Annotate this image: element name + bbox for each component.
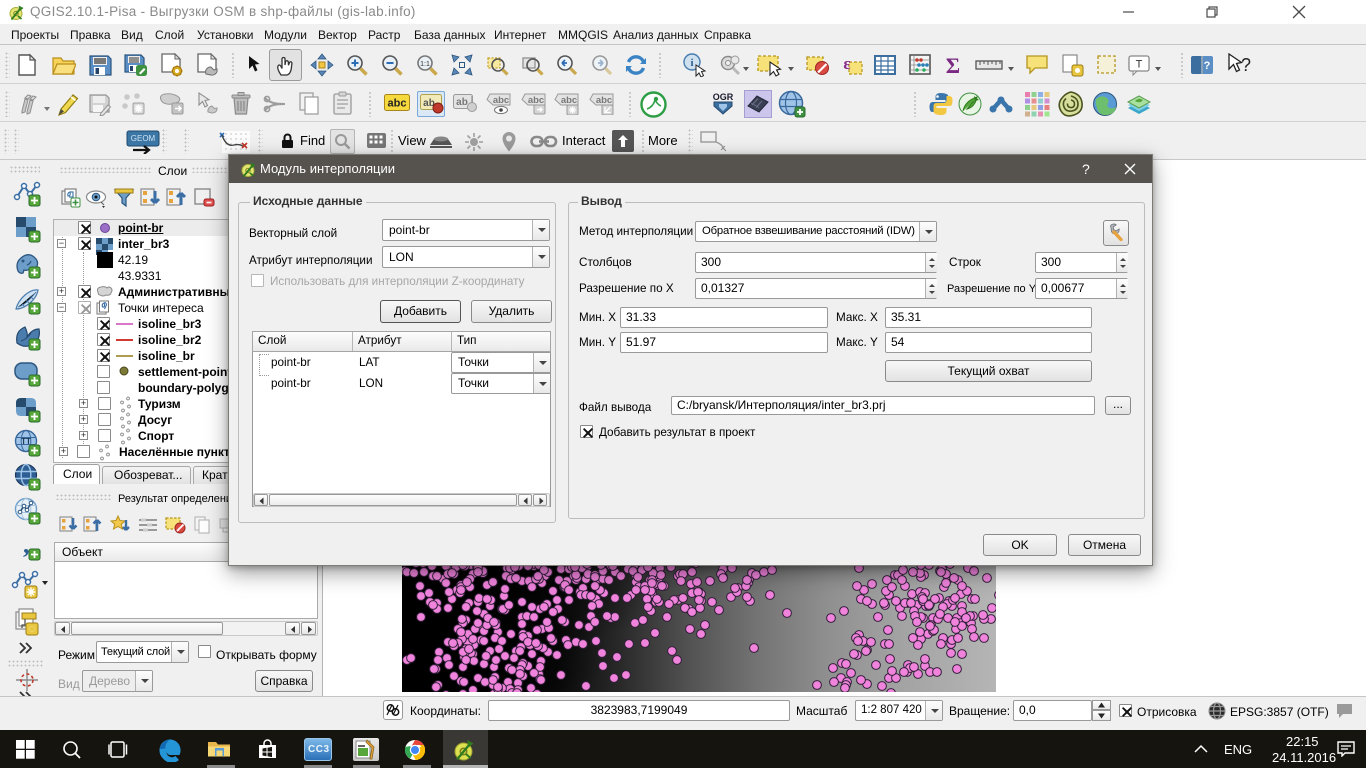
svg-text:i: i	[690, 57, 693, 69]
svg-text:?: ?	[1204, 60, 1211, 72]
svg-text:abc: abc	[493, 95, 509, 106]
svg-text:GEOM: GEOM	[131, 134, 156, 143]
svg-text:abc: abc	[528, 95, 544, 106]
svg-text:abc: abc	[388, 98, 407, 110]
svg-text:OGR: OGR	[713, 92, 734, 102]
svg-text:T: T	[1136, 59, 1143, 71]
svg-text:Σ: Σ	[946, 53, 960, 77]
svg-text:abc: abc	[596, 95, 612, 106]
svg-text:ab: ab	[456, 97, 468, 108]
svg-text:ε: ε	[843, 54, 850, 73]
svg-text:?: ?	[1241, 55, 1251, 75]
svg-text:TT: TT	[21, 437, 31, 446]
svg-text:abc: abc	[561, 95, 577, 106]
